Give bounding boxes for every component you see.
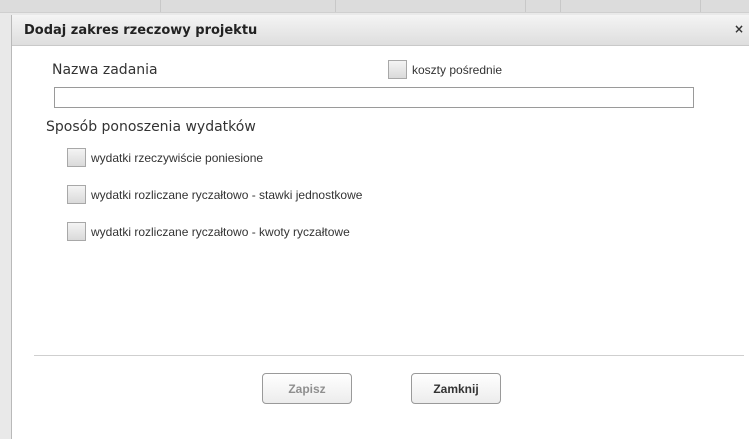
expense-method-label: Sposób ponoszenia wydatków [46,119,256,135]
task-name-label: Nazwa zadania [52,62,158,78]
expense-option-label: wydatki rozliczane ryczałtowo - kwoty ry… [91,224,350,239]
save-button[interactable]: Zapisz [262,373,352,404]
footer-divider [34,355,744,356]
add-project-scope-dialog: Dodaj zakres rzeczowy projektu × Nazwa z… [11,15,749,439]
expense-option-label: wydatki rozliczane ryczałtowo - stawki j… [91,187,363,202]
dialog-title: Dodaj zakres rzeczowy projektu [24,23,258,38]
background-header-strip [0,0,749,13]
expense-option-unit-rates[interactable]: wydatki rozliczane ryczałtowo - stawki j… [67,185,362,204]
close-icon[interactable]: × [734,21,744,37]
dialog-titlebar: Dodaj zakres rzeczowy projektu × [12,15,749,46]
close-button[interactable]: Zamknij [411,373,501,404]
expense-option-checkbox[interactable] [67,185,86,204]
indirect-costs-checkbox-row[interactable]: koszty pośrednie [388,60,502,79]
expense-option-checkbox[interactable] [67,222,86,241]
expense-option-actual[interactable]: wydatki rzeczywiście poniesione [67,148,263,167]
background-divider [700,0,701,12]
task-name-input[interactable] [54,87,694,108]
indirect-costs-checkbox[interactable] [388,60,407,79]
expense-option-label: wydatki rzeczywiście poniesione [91,150,264,165]
background-divider [335,0,336,12]
indirect-costs-label: koszty pośrednie [412,62,503,77]
background-divider [525,0,526,12]
background-divider [160,0,161,12]
background-divider [560,0,561,12]
expense-option-checkbox[interactable] [67,148,86,167]
expense-option-lump-sums[interactable]: wydatki rozliczane ryczałtowo - kwoty ry… [67,222,350,241]
